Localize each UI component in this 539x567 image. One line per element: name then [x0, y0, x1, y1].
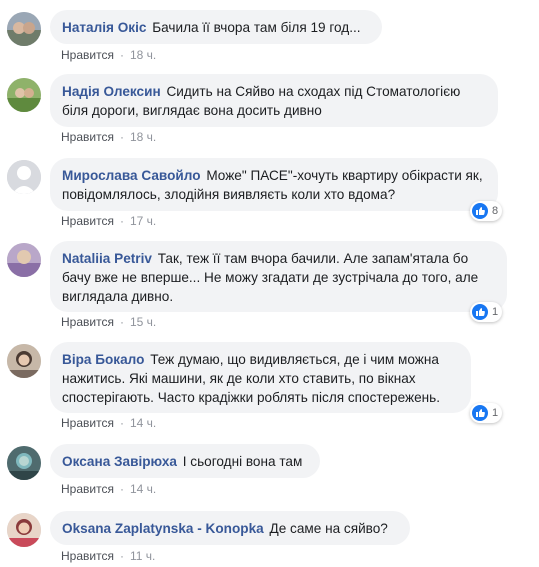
- reaction-count[interactable]: 1: [470, 403, 503, 423]
- comment-meta: Нравится · 18 ч.: [61, 48, 157, 62]
- like-link[interactable]: Нравится: [61, 130, 114, 144]
- reaction-number: 1: [492, 407, 499, 419]
- like-link[interactable]: Нравится: [61, 482, 114, 496]
- comment-bubble: Оксана Завірюха І сьогодні вона там: [50, 444, 320, 478]
- comment-time[interactable]: 11 ч.: [130, 549, 155, 563]
- comment-bubble: Надія Олексин Сидить на Сяйво на сходах …: [50, 74, 498, 127]
- comment-bubble: Наталія Окіс Бачила її вчора там біля 19…: [50, 10, 382, 44]
- comment-text: Де саме на сяйво?: [269, 521, 388, 536]
- comment-author[interactable]: Оксана Завірюха: [62, 454, 177, 469]
- comment-bubble: Nataliia Petriv Так, теж її там вчора ба…: [50, 241, 507, 312]
- like-link[interactable]: Нравится: [61, 214, 114, 228]
- comment-time[interactable]: 17 ч.: [130, 214, 156, 228]
- like-icon: [472, 304, 488, 320]
- comment-meta: Нравится · 18 ч.: [61, 130, 157, 144]
- like-link[interactable]: Нравится: [61, 416, 114, 430]
- avatar[interactable]: [7, 344, 41, 378]
- comment-meta: Нравится · 14 ч.: [61, 482, 157, 496]
- like-link[interactable]: Нравится: [61, 549, 114, 563]
- like-icon: [472, 405, 488, 421]
- comment-bubble: Віра Бокало Теж думаю, що видивляється, …: [50, 342, 471, 413]
- avatar[interactable]: [7, 160, 41, 194]
- avatar[interactable]: [7, 513, 41, 547]
- comment-author[interactable]: Наталія Окіс: [62, 20, 146, 35]
- comment-time[interactable]: 18 ч.: [130, 48, 156, 62]
- reaction-number: 8: [492, 205, 499, 217]
- like-icon: [472, 203, 488, 219]
- comment-author[interactable]: Oksana Zaplatynska - Konopka: [62, 521, 264, 536]
- comment-time[interactable]: 14 ч.: [130, 482, 156, 496]
- comment-meta: Нравится · 15 ч.: [61, 315, 157, 329]
- comment-author[interactable]: Надія Олексин: [62, 84, 161, 99]
- reaction-count[interactable]: 8: [470, 201, 503, 221]
- comment-author[interactable]: Мирослава Савойло: [62, 168, 201, 183]
- like-link[interactable]: Нравится: [61, 48, 114, 62]
- comment-meta: Нравится · 17 ч.: [61, 214, 157, 228]
- comment-meta: Нравится · 14 ч.: [61, 416, 157, 430]
- comment-time[interactable]: 14 ч.: [130, 416, 156, 430]
- comment-author[interactable]: Nataliia Petriv: [62, 251, 152, 266]
- avatar[interactable]: [7, 78, 41, 112]
- comment-text: Бачила її вчора там біля 19 год...: [152, 20, 361, 35]
- comment-bubble: Мирослава Савойло Може" ПАСЕ"-хочуть ква…: [50, 158, 498, 211]
- reaction-number: 1: [492, 306, 499, 318]
- comment-time[interactable]: 15 ч.: [130, 315, 156, 329]
- comment-time[interactable]: 18 ч.: [130, 130, 156, 144]
- comment-meta: Нравится · 11 ч.: [61, 549, 156, 563]
- comment-text: І сьогодні вона там: [182, 454, 303, 469]
- avatar[interactable]: [7, 12, 41, 46]
- comment-bubble: Oksana Zaplatynska - Konopka Де саме на …: [50, 511, 410, 545]
- avatar[interactable]: [7, 243, 41, 277]
- avatar[interactable]: [7, 446, 41, 480]
- reaction-count[interactable]: 1: [470, 302, 503, 322]
- like-link[interactable]: Нравится: [61, 315, 114, 329]
- comment-author[interactable]: Віра Бокало: [62, 352, 144, 367]
